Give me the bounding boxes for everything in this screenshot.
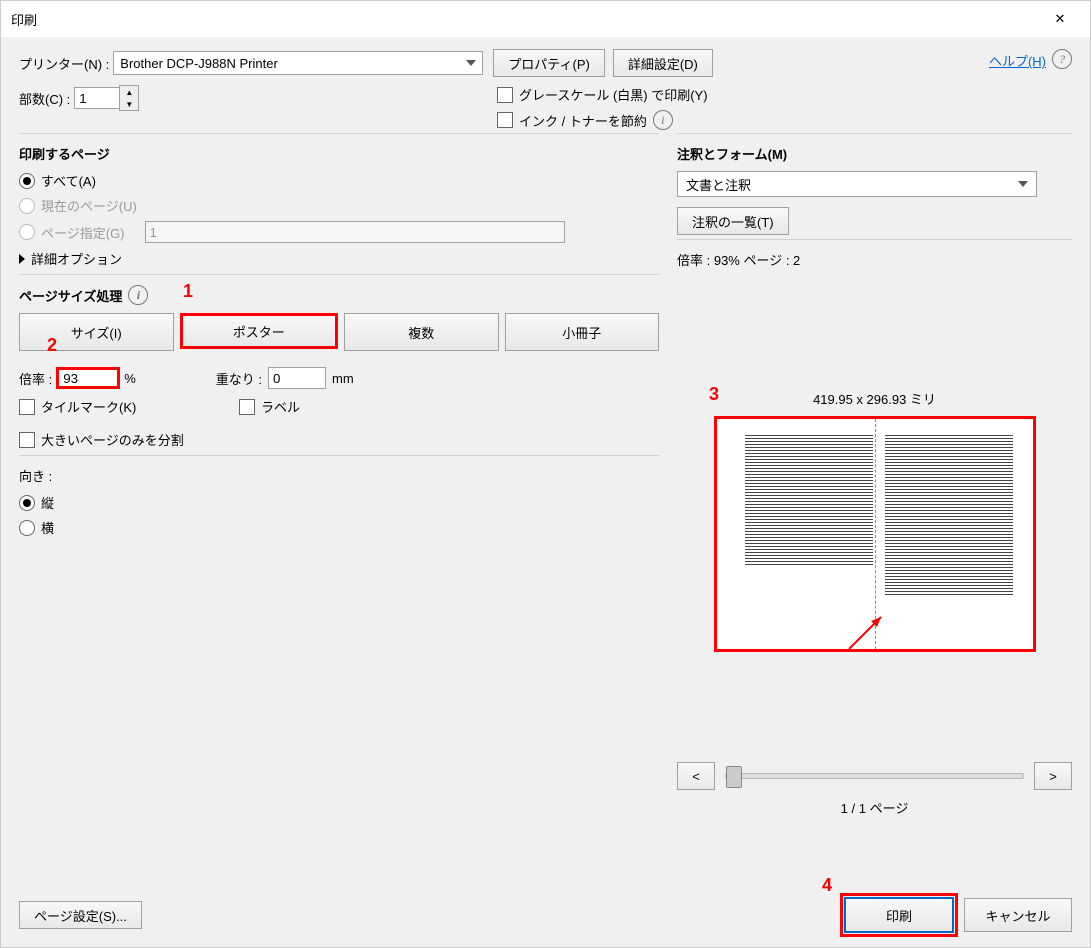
comments-section: 注釈とフォーム(M) 文書と注釈 注釈の一覧(T) bbox=[677, 133, 1072, 235]
copies-label: 部数(C) : bbox=[19, 89, 70, 108]
comments-select[interactable]: 文書と注釈 bbox=[677, 171, 1037, 197]
preview-dims: 419.95 x 296.93 ミリ bbox=[677, 389, 1072, 408]
page-counter: 1 / 1 ページ bbox=[677, 798, 1072, 817]
scale-input[interactable] bbox=[56, 367, 120, 389]
annotation-arrow-icon bbox=[847, 611, 887, 651]
dialog-title: 印刷 bbox=[11, 10, 37, 29]
prev-page-button[interactable]: < bbox=[677, 762, 715, 790]
page-range-title: 印刷するページ bbox=[19, 144, 659, 163]
cancel-button[interactable]: キャンセル bbox=[964, 898, 1072, 932]
saveink-checkbox-row[interactable]: インク / トナーを節約i bbox=[497, 110, 708, 130]
scale-unit: % bbox=[124, 371, 136, 386]
tab-poster[interactable]: ポスター bbox=[180, 313, 339, 349]
annotation-2: 2 bbox=[47, 335, 57, 356]
comments-summary-button[interactable]: 注釈の一覧(T) bbox=[677, 207, 789, 235]
checkbox-icon bbox=[19, 399, 35, 415]
print-options: グレースケール (白黒) で印刷(Y) インク / トナーを節約i bbox=[497, 85, 708, 136]
info-icon[interactable]: i bbox=[653, 110, 673, 130]
preview-section: 倍率 : 93% ページ : 2 419.95 x 296.93 ミリ 3 < … bbox=[677, 239, 1072, 817]
chevron-down-icon bbox=[466, 60, 476, 66]
print-button[interactable]: 印刷 bbox=[844, 897, 954, 933]
preview-status: 倍率 : 93% ページ : 2 bbox=[677, 250, 1072, 269]
checkbox-icon bbox=[239, 399, 255, 415]
overlap-unit: mm bbox=[332, 371, 354, 386]
radio-landscape[interactable]: 横 bbox=[19, 518, 659, 537]
annotation-4: 4 bbox=[822, 875, 832, 896]
dialog-footer: ページ設定(S)... 4 印刷 キャンセル bbox=[1, 897, 1090, 933]
checkbox-icon bbox=[497, 112, 513, 128]
preview-nav: < > bbox=[677, 762, 1072, 790]
preview-area[interactable] bbox=[714, 416, 1036, 652]
radio-icon bbox=[19, 198, 35, 214]
close-icon[interactable]: ✕ bbox=[1040, 11, 1080, 27]
printer-value: Brother DCP-J988N Printer bbox=[120, 56, 278, 71]
expand-arrow-icon bbox=[19, 254, 25, 264]
radio-pages: ページ指定(G) bbox=[19, 221, 659, 243]
page-sizing-section: ページサイズ処理i 1 サイズ(I) ポスター 複数 小冊子 2 倍率 : % … bbox=[19, 274, 659, 449]
bigonly-checkbox[interactable]: 大きいページのみを分割 bbox=[19, 430, 659, 449]
spinner-down-icon[interactable]: ▼ bbox=[120, 98, 138, 110]
page-range-section: 印刷するページ すべて(A) 現在のページ(U) ページ指定(G) 詳細オプショ… bbox=[19, 133, 659, 268]
checkbox-icon bbox=[497, 87, 513, 103]
copies-input[interactable] bbox=[74, 87, 120, 109]
comments-title: 注釈とフォーム(M) bbox=[677, 144, 1072, 163]
info-icon[interactable]: i bbox=[128, 285, 148, 305]
radio-icon bbox=[19, 495, 35, 511]
checkbox-icon bbox=[19, 432, 35, 448]
page-sizing-title: ページサイズ処理i bbox=[19, 285, 659, 305]
tab-size[interactable]: サイズ(I) bbox=[19, 313, 174, 351]
printer-settings-area: プリンター(N) : Brother DCP-J988N Printer プロパ… bbox=[1, 37, 1090, 129]
print-button-wrap: 印刷 bbox=[844, 897, 954, 933]
help-link[interactable]: ヘルプ(H) bbox=[989, 51, 1046, 70]
labels-checkbox[interactable]: ラベル bbox=[239, 397, 300, 416]
printer-label: プリンター(N) : bbox=[19, 54, 109, 73]
slider-thumb[interactable] bbox=[726, 766, 742, 788]
radio-portrait[interactable]: 縦 bbox=[19, 493, 659, 512]
annotation-3: 3 bbox=[709, 384, 719, 405]
title-bar: 印刷 ✕ bbox=[1, 1, 1090, 37]
radio-current: 現在のページ(U) bbox=[19, 196, 659, 215]
radio-icon bbox=[19, 173, 35, 189]
scale-label: 倍率 : bbox=[19, 369, 52, 388]
overlap-label: 重なり : bbox=[216, 369, 262, 388]
page-setup-button[interactable]: ページ設定(S)... bbox=[19, 901, 142, 929]
orientation-section: 向き : 縦 横 bbox=[19, 455, 659, 537]
advanced-button[interactable]: 詳細設定(D) bbox=[613, 49, 713, 77]
printer-select[interactable]: Brother DCP-J988N Printer bbox=[113, 51, 483, 75]
preview-page-content bbox=[745, 435, 873, 565]
preview-slider[interactable] bbox=[725, 773, 1024, 779]
help-info-icon[interactable]: ? bbox=[1052, 49, 1072, 69]
next-page-button[interactable]: > bbox=[1034, 762, 1072, 790]
copies-spinner[interactable]: ▲▼ bbox=[119, 85, 139, 111]
properties-button[interactable]: プロパティ(P) bbox=[493, 49, 605, 77]
more-options-toggle[interactable]: 詳細オプション bbox=[19, 249, 659, 268]
spinner-up-icon[interactable]: ▲ bbox=[120, 86, 138, 98]
radio-all[interactable]: すべて(A) bbox=[19, 171, 659, 190]
radio-icon bbox=[19, 224, 35, 240]
pages-input bbox=[145, 221, 565, 243]
tab-multiple[interactable]: 複数 bbox=[344, 313, 499, 351]
tab-booklet[interactable]: 小冊子 bbox=[505, 313, 660, 351]
overlap-input[interactable] bbox=[268, 367, 326, 389]
grayscale-checkbox-row[interactable]: グレースケール (白黒) で印刷(Y) bbox=[497, 85, 708, 104]
annotation-1: 1 bbox=[183, 281, 193, 302]
radio-icon bbox=[19, 520, 35, 536]
preview-page-content bbox=[885, 435, 1013, 595]
tilemark-checkbox[interactable]: タイルマーク(K) bbox=[19, 397, 239, 416]
orientation-title: 向き : bbox=[19, 466, 659, 485]
chevron-down-icon bbox=[1018, 181, 1028, 187]
